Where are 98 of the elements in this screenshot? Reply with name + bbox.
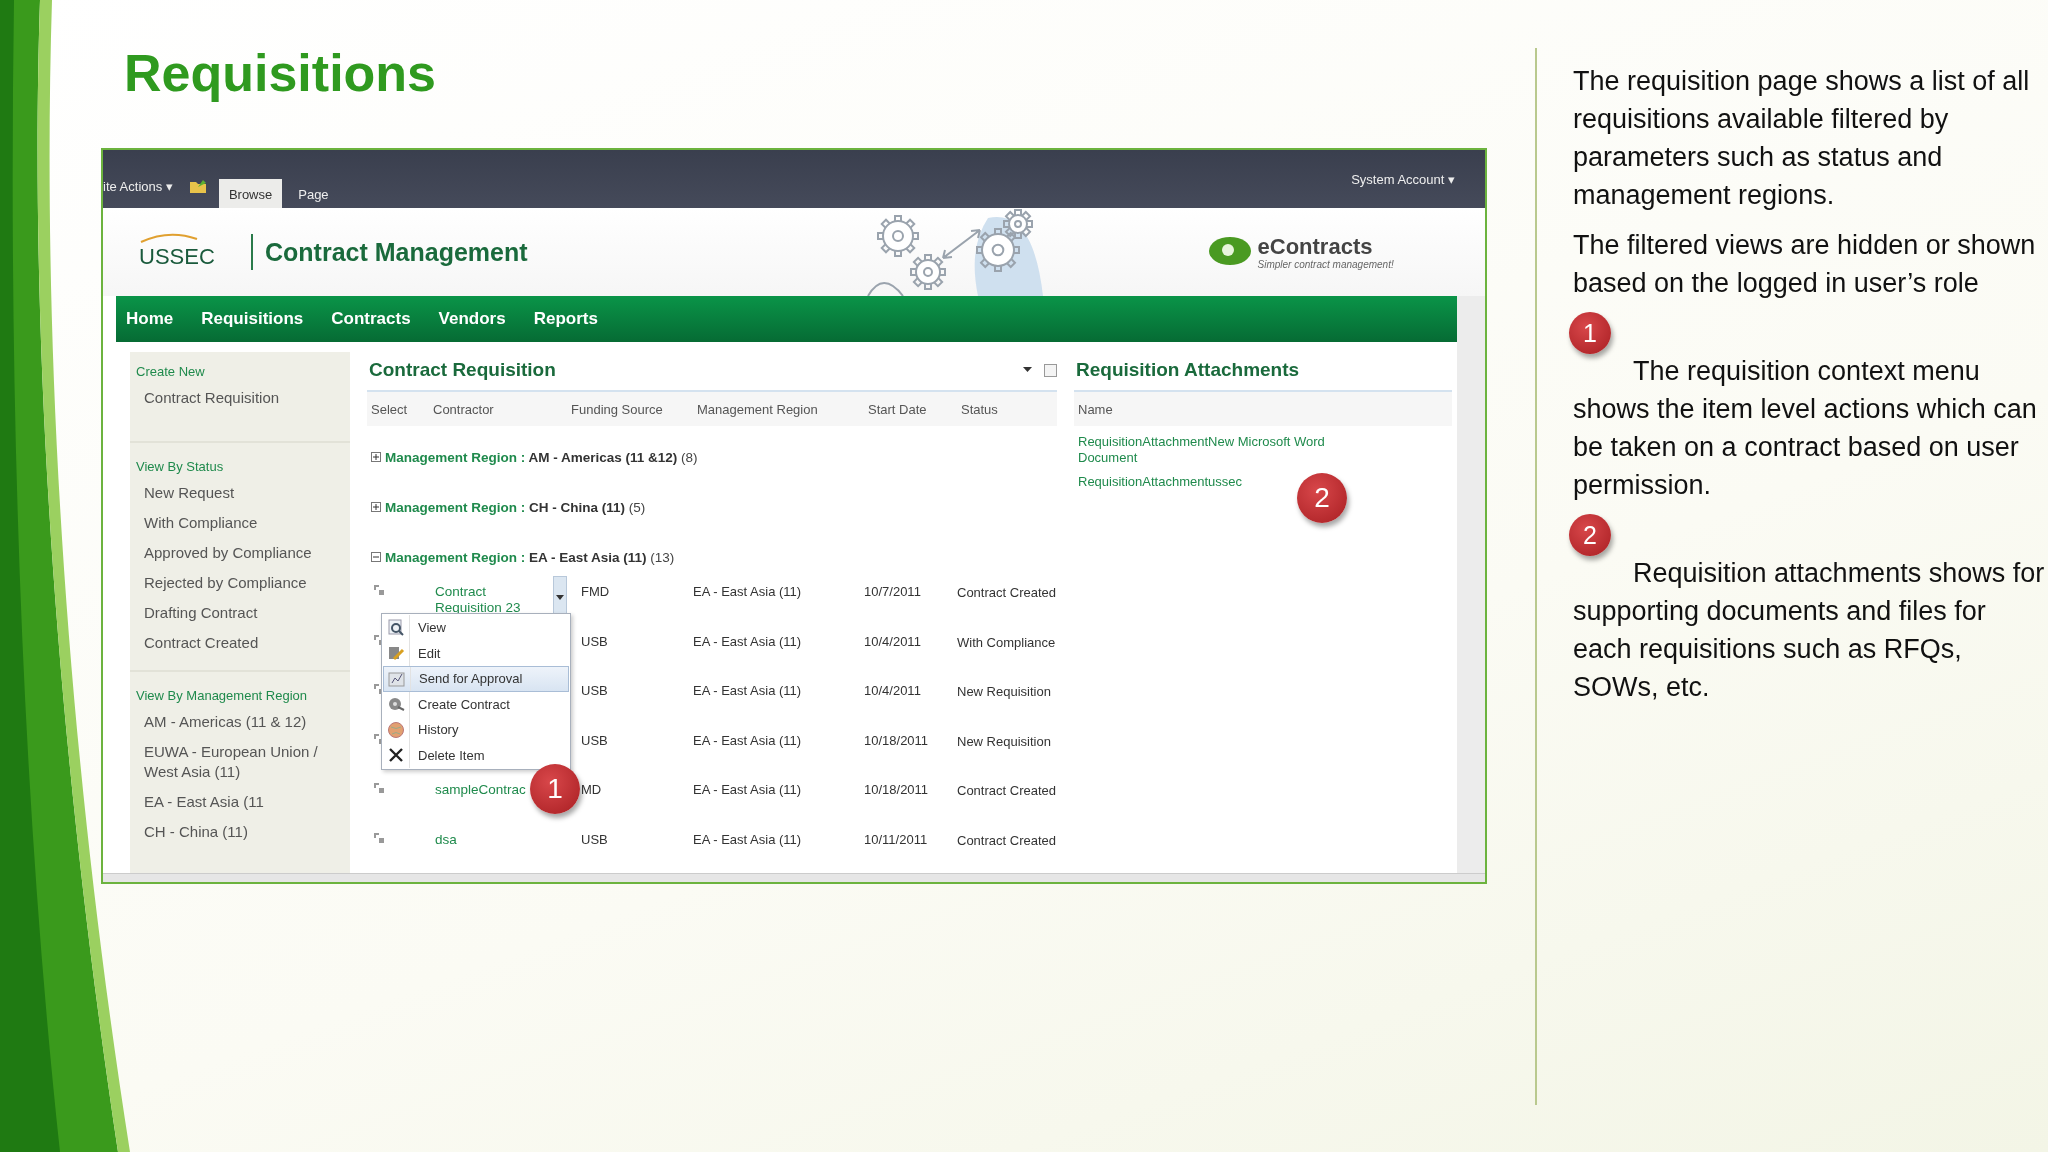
gear-icon <box>387 695 405 714</box>
table-cell-text: 10/7/2011 <box>864 583 922 599</box>
group-heading[interactable]: Management Region : AM - Americas (11 &12) (8) <box>385 449 698 465</box>
item-link[interactable]: sampleContrac <box>435 782 526 798</box>
table-cell-text: Contract Created <box>957 584 1057 601</box>
menu-item[interactable]: View <box>383 615 569 641</box>
menu-item[interactable]: Create Contract <box>383 691 569 717</box>
number-badge: 1 <box>530 764 580 814</box>
chart-icon <box>388 669 406 688</box>
column-header[interactable]: Name <box>1074 401 1113 417</box>
sidebar-link[interactable]: Contract Created <box>130 628 350 658</box>
table-cell-text: 10/11/2011 <box>864 830 929 847</box>
sidebar-link[interactable]: Rejected by Compliance <box>130 568 350 598</box>
nav-link[interactable]: Home <box>126 309 174 329</box>
column-header[interactable]: Management Region <box>693 401 864 417</box>
table-cell-text: 10/18/2011 <box>864 731 930 748</box>
folder-icon[interactable] <box>188 178 207 194</box>
table-cell-text: 10/18/2011 <box>864 781 930 797</box>
globe-icon <box>387 720 405 739</box>
table-cell-text: USB <box>580 632 609 649</box>
table-cell-text: EA - East Asia (11) <box>693 781 803 797</box>
item-icon[interactable] <box>373 782 385 794</box>
table-cell-text: EA - East Asia (11) <box>693 830 803 847</box>
account-menu[interactable]: System Account ▾ <box>1351 172 1455 187</box>
nav-link[interactable]: Requisitions <box>201 309 304 329</box>
table-cell-text: USB <box>580 682 609 698</box>
site-title: Contract Management <box>251 234 528 270</box>
table-cell-text: With Compliance <box>957 633 1057 651</box>
sidebar-heading: Create New <box>135 363 206 381</box>
sidebar-link[interactable]: EA - East Asia (11 <box>130 787 350 817</box>
table-cell-text: Contract Created <box>957 831 1057 849</box>
menu-item[interactable]: History <box>383 717 569 743</box>
sidebar-heading: View By Management Region <box>135 687 309 705</box>
table-cell-text: New Requisition <box>957 732 1052 750</box>
sidebar-link[interactable]: Drafting Contract <box>130 598 350 628</box>
web-part-title: Requisition Attachments <box>1075 359 1301 381</box>
ribbon-tab[interactable]: Browse <box>218 179 283 208</box>
number-badge: 2 <box>1297 473 1347 523</box>
note-text: The requisition context menu shows the item level actions which can be taken on a contract based on user permission. <box>1573 355 2038 502</box>
collapse-icon[interactable] <box>371 552 381 562</box>
column-header[interactable]: Funding Source <box>567 401 693 417</box>
sidebar-link[interactable]: With Compliance <box>130 508 350 538</box>
leaf-logo-icon <box>1207 236 1252 268</box>
logo-text: USSEC <box>139 243 215 271</box>
item-icon[interactable] <box>373 584 385 596</box>
table-cell-text: Contract Created <box>957 782 1057 799</box>
ribbon-tab[interactable]: Page <box>288 179 339 208</box>
expand-icon[interactable] <box>371 502 381 512</box>
brand-tagline: Simpler contract management! <box>1257 258 1394 270</box>
caret-icon <box>556 594 564 600</box>
column-header[interactable]: Select <box>367 401 429 417</box>
expand-icon[interactable] <box>371 452 381 462</box>
brand-name: eContracts <box>1257 234 1374 259</box>
item-icon[interactable] <box>373 831 385 844</box>
nav-link[interactable]: Vendors <box>438 309 506 329</box>
sidebar-link[interactable]: New Request <box>130 478 350 508</box>
note-text: Requisition attachments shows for supporting documents and files for each requisitions such as RFQs, SOWs, etc. <box>1573 557 2046 704</box>
slide-title: Requisitions <box>124 43 438 104</box>
group-heading[interactable]: Management Region : EA - East Asia (11) (13) <box>385 549 675 565</box>
table-cell-text: USB <box>580 830 609 847</box>
item-link[interactable]: Contract Requisition 23 <box>435 584 541 616</box>
pencil-icon <box>387 644 405 663</box>
caret-icon[interactable] <box>1023 367 1032 373</box>
number-badge: 2 <box>1569 514 1611 556</box>
group-heading[interactable]: Management Region : CH - China (11) (5) <box>385 499 646 515</box>
sidebar-link[interactable]: Approved by Compliance <box>130 538 350 568</box>
note-text: The filtered views are hidden or shown based on the logged in user’s role <box>1573 229 2037 300</box>
checkbox-icon[interactable] <box>1044 363 1057 377</box>
nav-link[interactable]: Reports <box>533 309 598 329</box>
column-header[interactable]: Status <box>957 401 998 417</box>
table-cell-text: EA - East Asia (11) <box>693 583 803 599</box>
column-header[interactable]: Contractor <box>429 401 567 417</box>
table-cell-text: 10/4/2011 <box>864 682 922 698</box>
attachment-link[interactable]: RequisitionAttachmentussec <box>1078 474 1243 490</box>
table-cell-text: EA - East Asia (11) <box>693 632 803 649</box>
table-cell-text: EA - East Asia (11) <box>693 682 803 698</box>
table-cell-text: USB <box>580 731 609 748</box>
item-link[interactable]: dsa <box>435 831 457 848</box>
sidebar-link[interactable]: CH - China (11) <box>130 817 350 847</box>
magnifier-icon <box>387 618 405 637</box>
attachment-link[interactable]: RequisitionAttachmentNew Microsoft Word Document <box>1078 434 1378 466</box>
logo-arc-icon <box>139 233 199 243</box>
site-actions-menu[interactable]: ite Actions ▾ <box>103 179 173 194</box>
menu-item[interactable]: Send for Approval <box>383 666 569 692</box>
table-cell-text: 10/4/2011 <box>864 632 922 649</box>
note-text: The requisition page shows a list of all requisitions available filtered by parameters such as status and management regions. <box>1573 65 2031 212</box>
nav-link[interactable]: Contracts <box>331 309 411 329</box>
table-cell-text: EA - East Asia (11) <box>693 731 803 748</box>
sidebar-link[interactable]: EUWA - European Union / West Asia (11) <box>130 737 350 787</box>
column-header[interactable]: Start Date <box>864 401 957 417</box>
sidebar-link[interactable]: Contract Requisition <box>130 383 350 413</box>
table-cell-text: MD <box>580 781 603 797</box>
sidebar-link[interactable]: AM - Americas (11 & 12) <box>130 707 350 737</box>
table-cell-text: FMD <box>580 583 611 599</box>
sidebar-heading: View By Status <box>135 458 225 476</box>
table-cell-text: New Requisition <box>957 683 1052 700</box>
web-part-title: Contract Requisition <box>368 359 557 381</box>
number-badge: 1 <box>1569 312 1611 354</box>
